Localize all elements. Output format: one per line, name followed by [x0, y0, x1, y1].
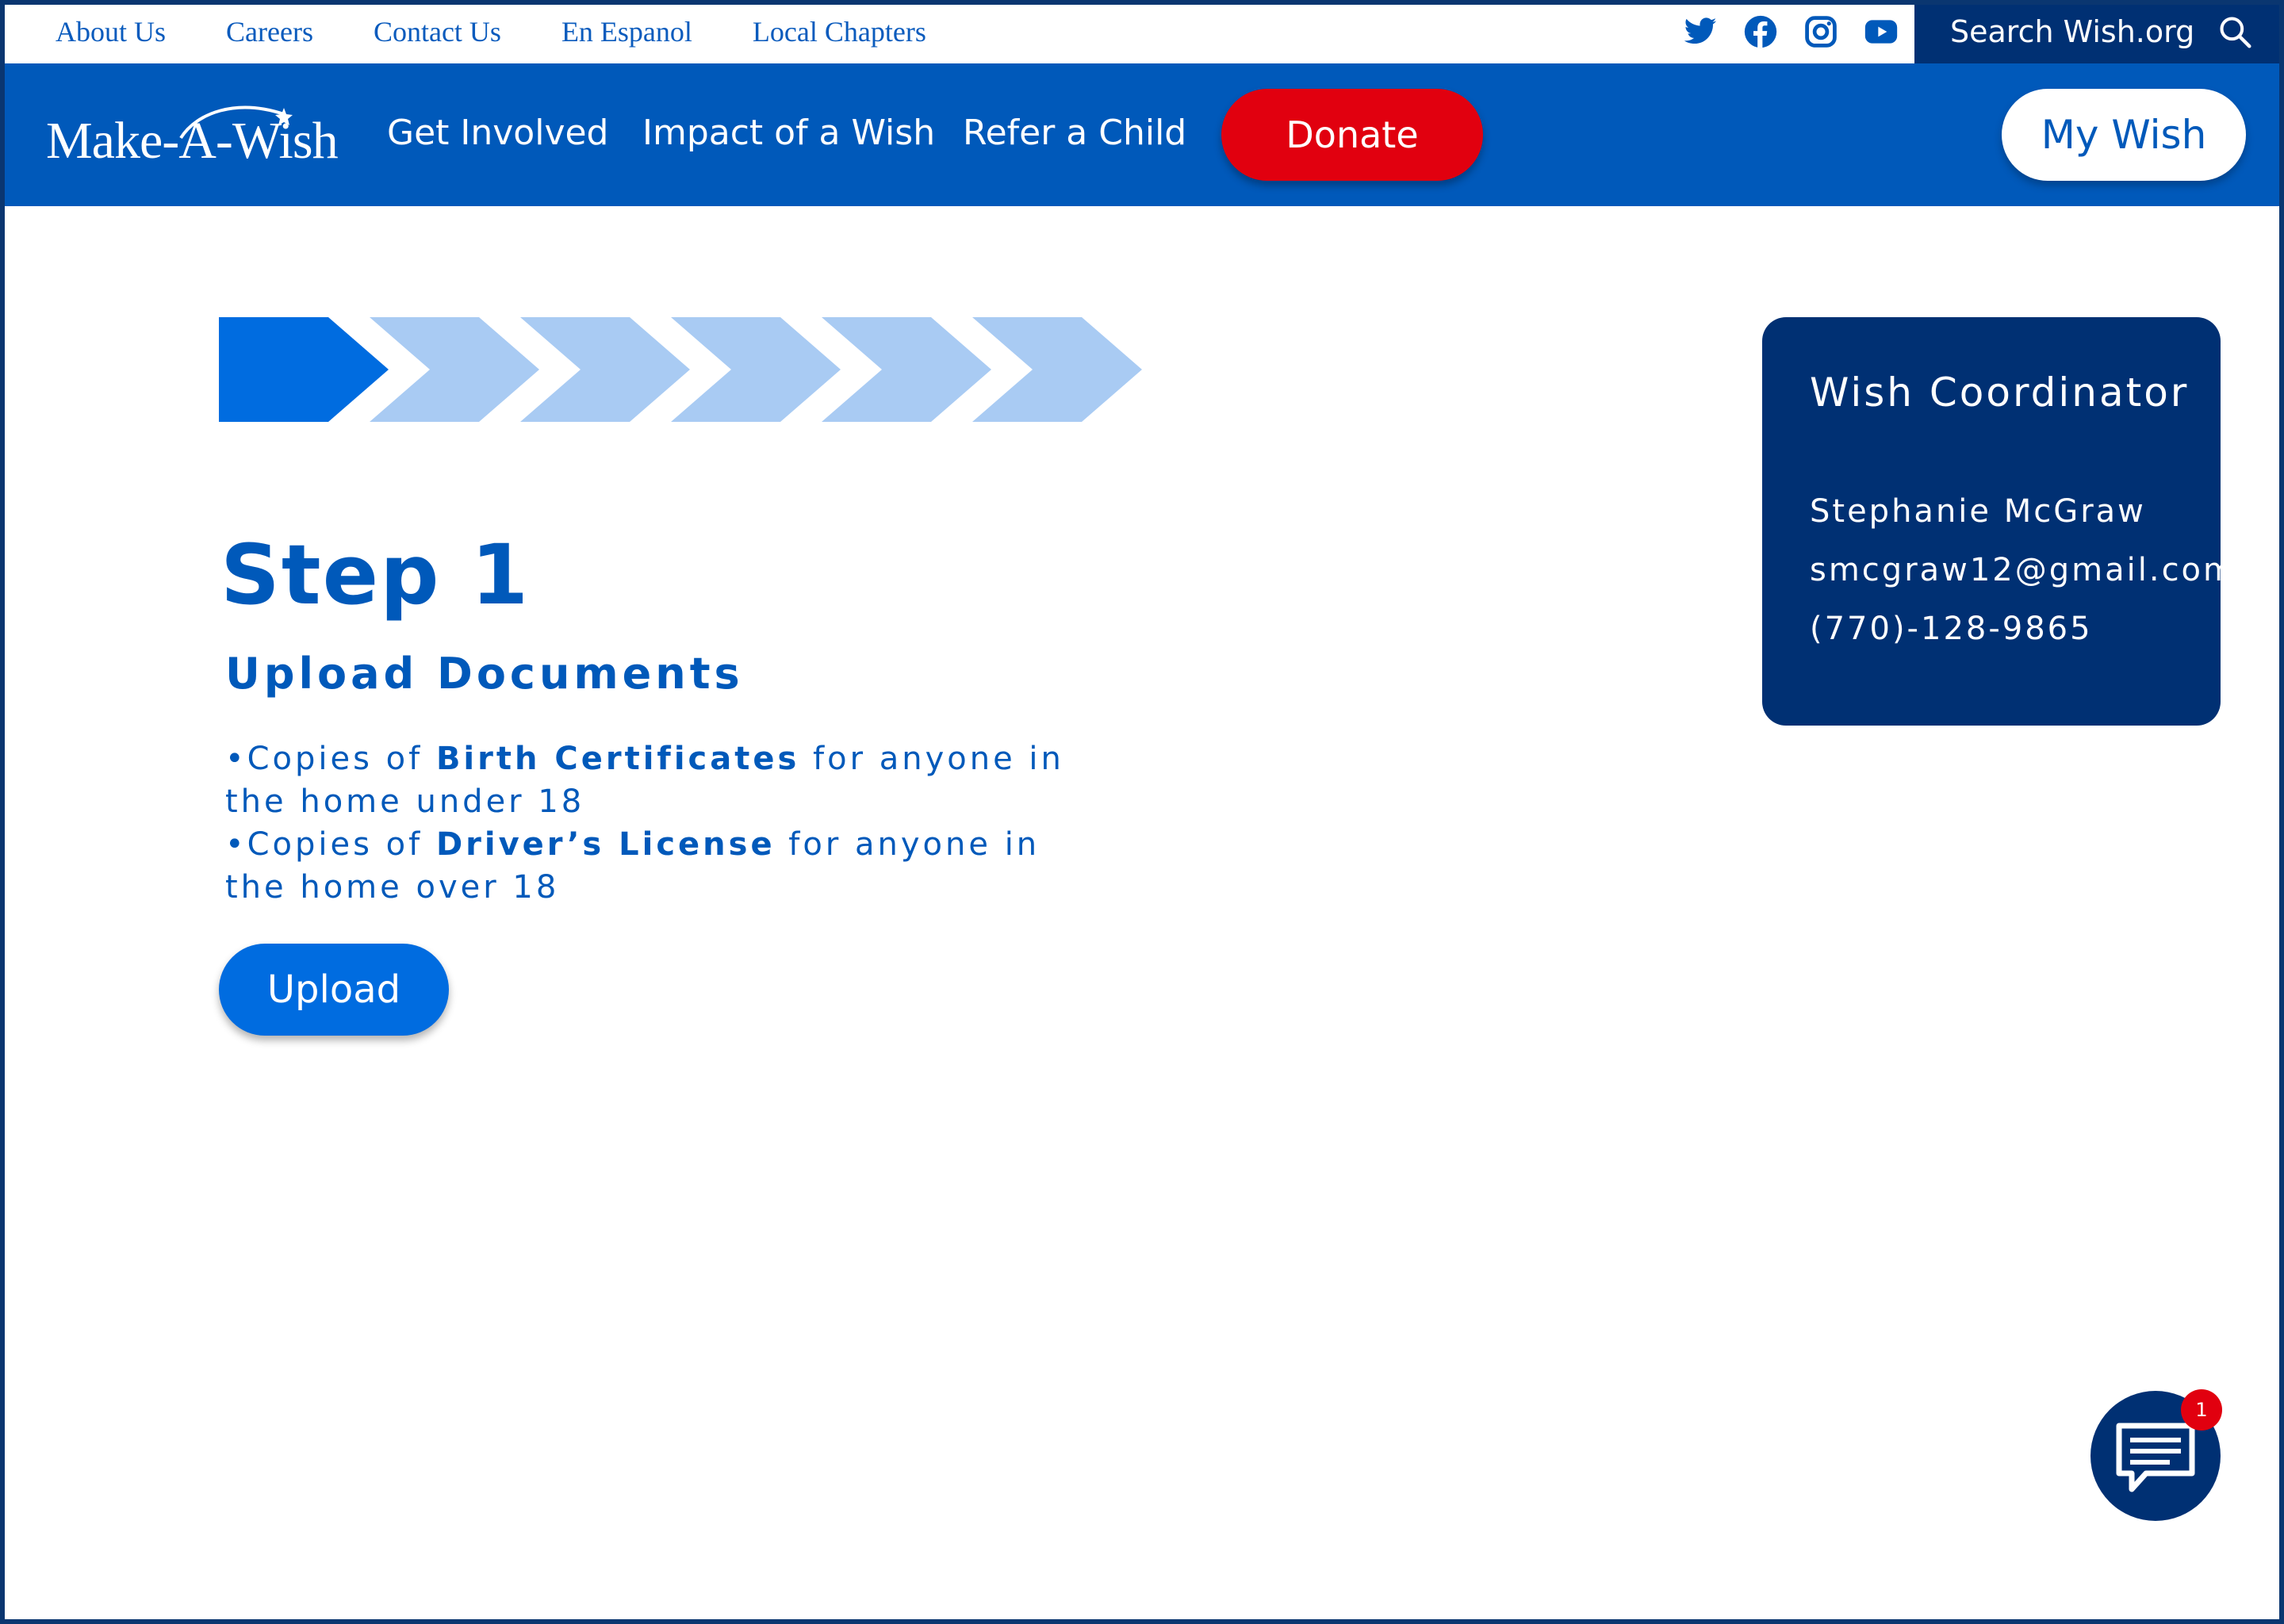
requirement-prefix: Copies of	[247, 741, 436, 777]
requirement-item: •Copies of Driver’s License for anyone i…	[225, 823, 1066, 909]
search-icon[interactable]	[2217, 14, 2252, 49]
about-us-link[interactable]: About Us	[56, 15, 166, 48]
step-subtitle: Upload Documents	[225, 649, 744, 699]
step-progress	[219, 317, 1142, 422]
site-search[interactable]: Search Wish.org	[1914, 0, 2284, 63]
bullet: •	[225, 826, 247, 863]
utility-links: About Us Careers Contact Us En Espanol L…	[56, 0, 987, 63]
make-a-wish-logo[interactable]: Make-A-Wish	[46, 97, 339, 176]
chat-icon	[2116, 1423, 2195, 1492]
nav-get-involved[interactable]: Get Involved	[387, 113, 609, 153]
progress-step-2	[370, 317, 539, 422]
requirement-item: •Copies of Birth Certificates for anyone…	[225, 737, 1066, 823]
step-title: Step 1	[220, 527, 531, 623]
progress-step-6	[972, 317, 1142, 422]
main-nav: Make-A-Wish Get Involved Impact of a Wis…	[0, 63, 2284, 206]
bullet: •	[225, 741, 247, 777]
donate-button[interactable]: Donate	[1221, 89, 1483, 181]
chat-button[interactable]: 1	[2090, 1389, 2222, 1521]
logo-text: Make-A-Wish	[46, 112, 339, 170]
coordinator-name: Stephanie McGraw	[1810, 493, 2146, 530]
requirements-list: •Copies of Birth Certificates for anyone…	[225, 737, 1066, 909]
wish-coordinator-card: Wish Coordinator Stephanie McGraw smcgra…	[1762, 317, 2234, 726]
twitter-icon[interactable]	[1683, 14, 1718, 49]
youtube-icon[interactable]	[1864, 14, 1899, 49]
my-wish-button[interactable]: My Wish	[2002, 89, 2246, 181]
careers-link[interactable]: Careers	[226, 15, 313, 48]
local-chapters-link[interactable]: Local Chapters	[753, 15, 926, 48]
requirement-prefix: Copies of	[247, 826, 436, 863]
coordinator-phone[interactable]: (770)-128-9865	[1810, 611, 2093, 647]
en-espanol-link[interactable]: En Espanol	[561, 15, 692, 48]
requirement-document: Birth Certificates	[435, 741, 800, 777]
utility-bar: About Us Careers Contact Us En Espanol L…	[0, 0, 2284, 63]
search-label: Search Wish.org	[1950, 14, 2195, 49]
progress-step-1	[219, 317, 389, 422]
contact-us-link[interactable]: Contact Us	[374, 15, 501, 48]
upload-button[interactable]: Upload	[219, 944, 449, 1036]
notification-badge: 1	[2181, 1389, 2222, 1431]
coordinator-email[interactable]: smcgraw12@gmail.com	[1810, 552, 2236, 588]
nav-impact-of-a-wish[interactable]: Impact of a Wish	[642, 113, 935, 153]
facebook-icon[interactable]	[1743, 14, 1778, 49]
coordinator-heading: Wish Coordinator	[1810, 370, 2190, 416]
instagram-icon[interactable]	[1803, 14, 1838, 49]
progress-step-4	[671, 317, 841, 422]
progress-step-5	[822, 317, 991, 422]
nav-refer-a-child[interactable]: Refer a Child	[963, 113, 1186, 153]
requirement-document: Driver’s License	[435, 826, 776, 863]
progress-step-3	[520, 317, 690, 422]
